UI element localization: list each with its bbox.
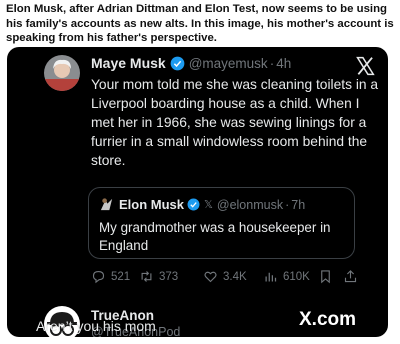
screenshot-card: Maye Musk @mayemusk · 4h Your mom told m… xyxy=(7,47,388,337)
maye-musk-avatar[interactable] xyxy=(44,55,80,91)
tweet-dot-separator: · xyxy=(269,55,275,71)
views-button[interactable]: 610K xyxy=(263,269,310,284)
tweet-author-handle[interactable]: @mayemusk xyxy=(189,56,268,71)
tweet-text: Your mom told me she was cleaning toilet… xyxy=(91,77,379,168)
like-icon xyxy=(204,271,217,283)
x-affiliation-icon: 𝕏 xyxy=(204,199,213,211)
like-count: 3.4K xyxy=(223,270,247,283)
x-logo-icon xyxy=(356,56,375,76)
repost-icon xyxy=(141,271,152,282)
tweet-author-name[interactable]: Maye Musk xyxy=(91,55,166,71)
quote-author-handle[interactable]: @elonmusk xyxy=(217,198,283,212)
quoted-tweet[interactable]: Elon Musk 𝕏 @elonmusk · 7h My grandmothe… xyxy=(88,187,355,259)
share-icon xyxy=(344,270,357,283)
quote-time[interactable]: 7h xyxy=(291,198,305,212)
like-button[interactable]: 3.4K xyxy=(203,269,247,284)
repost-button[interactable]: 373 xyxy=(139,269,178,284)
view-count: 610K xyxy=(283,270,310,283)
bookmark-button[interactable] xyxy=(318,269,333,284)
views-icon xyxy=(265,272,277,282)
tweet-time[interactable]: 4h xyxy=(276,56,291,71)
x-com-logo: X.com xyxy=(299,309,357,330)
reply-button[interactable]: 521 xyxy=(91,269,130,284)
bookmark-icon xyxy=(321,270,330,284)
post-caption: Elon Musk, after Adrian Dittman and Elon… xyxy=(6,3,394,44)
quote-dot-separator: · xyxy=(285,197,290,212)
reply-icon xyxy=(92,270,105,284)
tweet-header: Maye Musk @mayemusk · 4h xyxy=(91,55,291,71)
share-button[interactable] xyxy=(343,269,358,284)
repost-count: 373 xyxy=(159,270,179,283)
quote-author-name[interactable]: Elon Musk xyxy=(119,197,184,212)
reply-text: Aren’t you his mom xyxy=(36,318,156,334)
verified-badge-icon xyxy=(170,56,185,70)
tweet-actions: 521 373 3.4K 610K xyxy=(91,269,381,287)
verified-badge-icon xyxy=(187,198,200,211)
quote-header: Elon Musk 𝕏 @elonmusk · 7h xyxy=(99,197,305,212)
quote-text: My grandmother was a housekeeper in Engl… xyxy=(99,220,331,253)
reply-count: 521 xyxy=(111,270,131,283)
elon-musk-avatar xyxy=(100,198,113,211)
